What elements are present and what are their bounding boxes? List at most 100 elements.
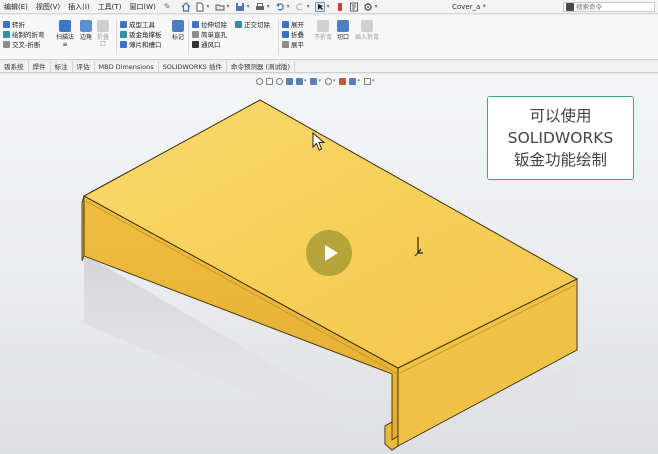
cross-break-button[interactable]: 交叉-折断 [3, 39, 45, 49]
heads-up-view-toolbar: ▾ ▾ ▾ ▾ ▾ [254, 76, 377, 86]
cross-break-icon [3, 40, 10, 48]
vent-button[interactable]: 通风口 [192, 39, 227, 49]
print-icon[interactable] [255, 2, 265, 12]
menu-view[interactable]: 视图(V) [32, 0, 64, 14]
hole-icon [192, 30, 199, 38]
ribbon-separator [116, 19, 117, 55]
tab-weldments[interactable]: 焊件 [29, 61, 51, 72]
video-play-button[interactable] [306, 230, 352, 276]
chevron-down-icon[interactable]: ▾ [307, 3, 310, 10]
normal-cut-icon [235, 20, 242, 28]
jog-button[interactable]: 转折 [3, 19, 45, 29]
corners-button[interactable]: 边角 [80, 20, 92, 41]
search-input[interactable] [576, 3, 652, 11]
ribbon-group-cuts: 拉伸切除 简单直孔 通风口 [192, 19, 227, 49]
tab-solidworks-addins[interactable]: SOLIDWORKS 插件 [159, 61, 227, 72]
fold-button[interactable]: 折叠 口 [97, 20, 109, 48]
chevron-down-icon[interactable]: ▾ [267, 3, 270, 10]
pin-icon[interactable]: ✎ [160, 2, 175, 11]
zoom-to-area-icon[interactable] [265, 77, 273, 85]
command-manager-ribbon: 转折 绘制的折弯 交叉-折断 扫描法 ≡ 边角 折叠 口 成型工具 钣金角撑板 … [0, 15, 658, 60]
menu-tools[interactable]: 工具(T) [94, 0, 126, 14]
tab-and-slot-button[interactable]: 薄片和槽口 [120, 39, 162, 49]
callout-line-1: 可以使用 [529, 107, 592, 125]
save-icon[interactable] [235, 2, 245, 12]
tab-command-predictor[interactable]: 命令预测器 (测试版) [227, 61, 296, 72]
gear-icon[interactable] [363, 2, 373, 12]
document-title: Cover_a * [452, 3, 487, 11]
menu-edit[interactable]: 编辑(E) [0, 0, 32, 14]
undo-icon[interactable] [275, 2, 285, 12]
tab-evaluate[interactable]: 评估 [73, 61, 95, 72]
ribbon-group-normal-cut: 正交切除 [235, 19, 270, 29]
corner-icon [80, 20, 92, 32]
command-tabs: 钣系统 焊件 标注 评估 MBD Dimensions SOLIDWORKS 插… [0, 61, 658, 73]
apply-scene-icon[interactable] [349, 77, 357, 85]
chevron-down-icon[interactable]: ▾ [358, 78, 361, 84]
chevron-down-icon[interactable]: ▾ [287, 3, 290, 10]
fold-icon [282, 30, 289, 38]
chevron-down-icon: ≡ [62, 41, 68, 48]
chevron-down-icon[interactable]: ▾ [304, 78, 307, 84]
chevron-down-icon[interactable]: ▾ [372, 78, 375, 84]
jog-icon [3, 20, 10, 28]
simple-hole-button[interactable]: 简单直孔 [192, 29, 227, 39]
chevron-down-icon[interactable]: ▾ [227, 3, 230, 10]
mouse-pointer-icon [312, 132, 326, 151]
hide-show-items-icon[interactable] [324, 77, 332, 85]
chevron-down-icon[interactable]: ▾ [319, 78, 322, 84]
rip-button[interactable]: 切口 [337, 20, 349, 41]
chevron-down-icon[interactable]: ▾ [207, 3, 210, 10]
chevron-down-icon[interactable]: ▾ [247, 3, 250, 10]
view-settings-icon[interactable] [363, 77, 371, 85]
sheet-metal-gusset-button[interactable]: 钣金角撑板 [120, 29, 162, 39]
zoom-to-fit-icon[interactable] [255, 77, 263, 85]
stamp-button[interactable]: 标记 [172, 20, 184, 41]
fold-icon [97, 20, 109, 32]
flatten-button[interactable]: 展平 [282, 39, 304, 49]
open-file-icon[interactable] [215, 2, 225, 12]
previous-view-icon[interactable] [275, 77, 283, 85]
callout-line-2: SOLIDWORKS [507, 129, 614, 147]
select-icon[interactable] [314, 1, 325, 12]
unfold-button[interactable]: 展开 [282, 19, 304, 29]
unfold-icon [282, 20, 289, 28]
no-bends-icon [317, 20, 329, 32]
section-view-icon[interactable] [285, 77, 293, 85]
play-icon [324, 245, 338, 261]
callout-line-3: 钣金功能绘制 [513, 151, 607, 169]
rebuild-icon[interactable] [335, 2, 345, 12]
file-properties-icon[interactable] [349, 2, 359, 12]
rip-icon [337, 20, 349, 32]
sketched-bend-button[interactable]: 绘制的折弯 [3, 29, 45, 39]
caption-callout: 可以使用 SOLIDWORKS 钣金功能绘制 [487, 96, 634, 180]
extruded-cut-button[interactable]: 拉伸切除 [192, 19, 227, 29]
stamp-icon [172, 20, 184, 32]
edit-appearance-icon[interactable] [339, 77, 347, 85]
command-search[interactable] [563, 2, 655, 12]
ribbon-group-unfold: 展开 折叠 展平 [282, 19, 304, 49]
redo-icon[interactable] [295, 2, 305, 12]
menu-insert[interactable]: 插入(I) [64, 0, 94, 14]
chevron-down-icon[interactable]: ▾ [327, 3, 330, 10]
tab-markup[interactable]: 标注 [51, 61, 73, 72]
new-document-icon[interactable] [195, 2, 205, 12]
normal-cut-button[interactable]: 正交切除 [235, 19, 270, 29]
tab-mbd-dimensions[interactable]: MBD Dimensions [95, 61, 159, 72]
fold-small-button[interactable]: 折叠 [282, 29, 304, 39]
swept-flange-button[interactable]: 扫描法 ≡ [56, 20, 74, 48]
gusset-icon [120, 30, 127, 38]
insert-bends-button[interactable]: 插入折弯 [355, 20, 379, 41]
chevron-down-icon[interactable]: ▾ [333, 78, 336, 84]
display-style-icon[interactable] [310, 77, 318, 85]
forming-tool-button[interactable]: 成型工具 [120, 19, 162, 29]
graphics-viewport[interactable]: ▾ ▾ ▾ ▾ ▾ 可以使用 SOLIDWORKS 钣金功能绘制 [0, 74, 658, 454]
tab-sheet-metal-system[interactable]: 钣系统 [0, 61, 29, 72]
forming-tool-icon [120, 20, 127, 28]
insert-bends-icon [361, 20, 373, 32]
chevron-down-icon[interactable]: ▾ [375, 3, 378, 10]
home-icon[interactable] [181, 1, 191, 12]
menu-window[interactable]: 窗口(W) [125, 0, 159, 14]
view-orientation-icon[interactable] [295, 77, 303, 85]
no-bends-button[interactable]: 不折弯 [314, 20, 332, 41]
